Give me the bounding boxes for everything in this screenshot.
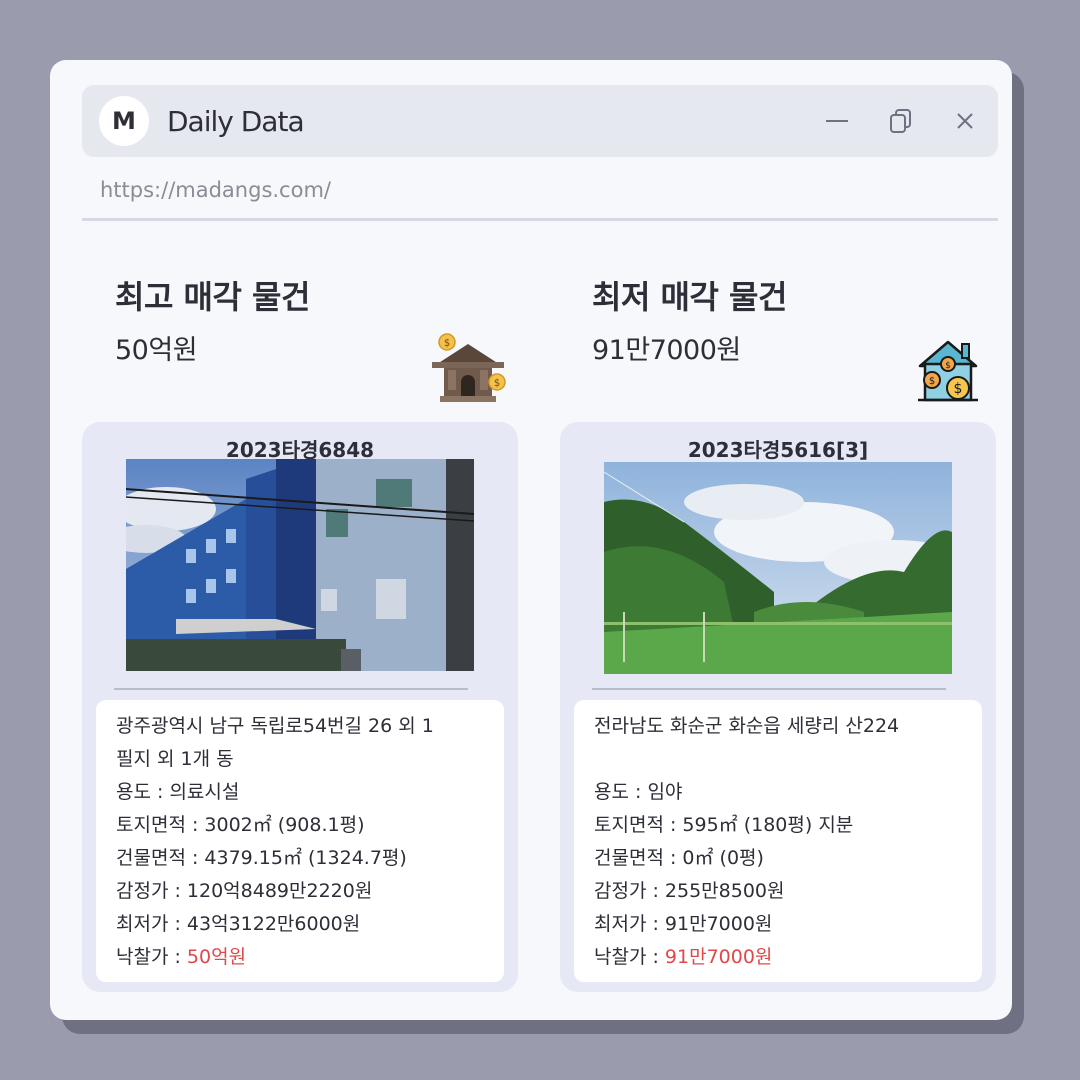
right-winning-bid: 낙찰가 : 91만7000원: [594, 941, 962, 974]
close-icon: [957, 113, 973, 129]
left-usage: 용도 : 의료시설: [116, 781, 240, 803]
left-address-line1: 광주광역시 남구 독립로54번길 26 외 1: [116, 715, 434, 737]
close-button[interactable]: [948, 104, 982, 138]
left-price: 50억원: [115, 335, 198, 366]
left-info-panel: 광주광역시 남구 독립로54번길 26 외 1 필지 외 1개 동 용도 : 의…: [96, 700, 504, 982]
right-appraisal: 감정가 : 255만8500원: [594, 880, 785, 902]
address-url[interactable]: https://madangs.com/: [100, 178, 331, 202]
left-land-area: 토지면적 : 3002㎡ (908.1평): [116, 814, 365, 836]
address-divider: [82, 218, 998, 221]
minimize-button[interactable]: [820, 104, 854, 138]
window-controls: [820, 104, 982, 138]
right-address-line1: 전라남도 화순군 화순읍 세량리 산224: [594, 715, 900, 737]
left-winning-value: 50억원: [186, 946, 247, 968]
left-winning-bid: 낙찰가 : 50억원: [116, 941, 484, 974]
restore-icon: [890, 109, 911, 133]
left-winning-label: 낙찰가 :: [116, 946, 187, 968]
right-card[interactable]: 2023타경5616[3] 전라남도 화순군 화순읍 세량리 산224 용도:…: [560, 422, 996, 992]
left-minimum: 최저가 : 43억3122만6000원: [116, 913, 361, 935]
right-minimum: 최저가 : 91만7000원: [594, 913, 773, 935]
svg-text:$: $: [494, 378, 500, 389]
avatar[interactable]: M: [99, 96, 149, 146]
svg-text:$: $: [444, 338, 450, 349]
left-building-area: 건물면적 : 4379.15㎡ (1324.7평): [116, 847, 407, 869]
house-dollar-icon: $ $ $: [918, 340, 978, 402]
left-card[interactable]: 2023타경6848 광주광역시 남구 독립로54번길 26 외 1 필지 외 …: [82, 422, 518, 992]
right-land-area: 토지면적 : 595㎡ (180평) 지분: [594, 814, 854, 836]
left-address-line2: 필지 외 1개 동: [116, 748, 234, 770]
right-case-number: 2023타경5616[3]: [687, 438, 869, 462]
left-property-photo: [126, 459, 474, 671]
left-heading: 최고 매각 물건: [115, 278, 310, 316]
right-building-area: 건물면적 : 0㎡ (0평): [594, 847, 764, 869]
svg-text:$: $: [954, 381, 963, 397]
svg-text:$: $: [929, 376, 935, 387]
right-property-photo: [604, 462, 952, 674]
right-heading: 최저 매각 물건: [592, 278, 787, 316]
right-card-divider: [592, 688, 946, 690]
title-bar: M Daily Data: [82, 85, 998, 157]
left-appraisal: 감정가 : 120억8489만2220원: [116, 880, 373, 902]
right-info-panel: 전라남도 화순군 화순읍 세량리 산224 용도 : 임야 토지면적 : 595…: [574, 700, 982, 982]
svg-text:$: $: [945, 361, 951, 371]
app-window: M Daily Data https://madangs.com/ 최고 매각 …: [50, 60, 1012, 1020]
left-card-divider: [114, 688, 468, 690]
app-title: Daily Data: [167, 104, 305, 138]
right-price: 91만7000원: [592, 335, 741, 366]
house-coin-icon: $ $: [432, 333, 506, 402]
minimize-icon: [826, 120, 848, 122]
restore-button[interactable]: [884, 104, 918, 138]
right-winning-label: 낙찰가 :: [594, 946, 665, 968]
right-winning-value: 91만7000원: [664, 946, 773, 968]
right-address-spacer: [594, 743, 962, 776]
right-usage: 용도 : 임야: [594, 781, 683, 803]
